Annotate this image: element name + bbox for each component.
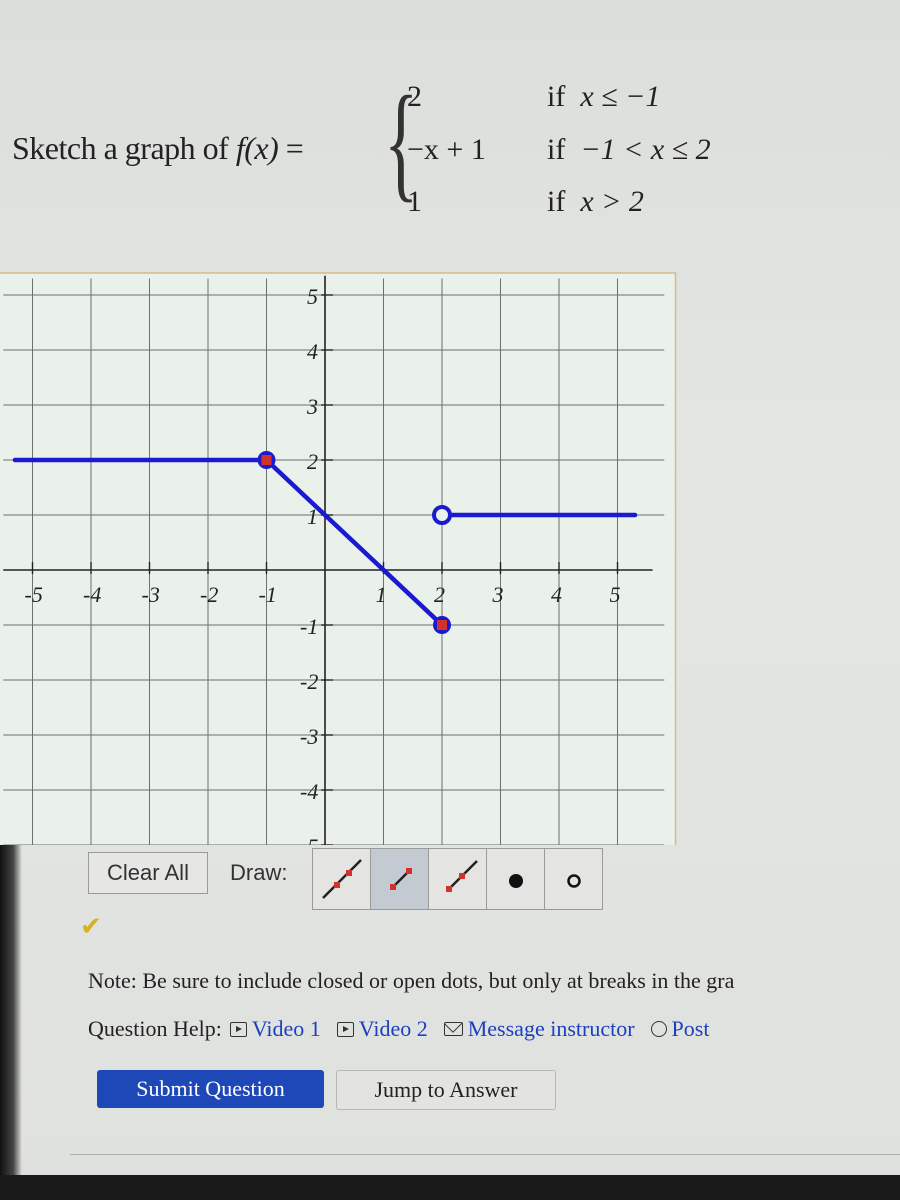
equals-sign: = (278, 130, 304, 166)
graph-panel (0, 272, 677, 863)
video-2-link[interactable]: Video 2 (336, 1016, 428, 1042)
closed-dot-handle[interactable] (261, 455, 272, 465)
message-instructor-link[interactable]: Message instructor (443, 1016, 635, 1042)
question-prompt: Sketch a graph of f(x) = { 2 if x ≤ −1 −… (12, 75, 892, 235)
jump-to-answer-button[interactable]: Jump to Answer (336, 1070, 556, 1110)
open-dot-icon (566, 874, 581, 888)
closed-dot-tool-button[interactable] (487, 849, 545, 909)
closed-dot-icon (508, 874, 523, 888)
link-label: Video 2 (358, 1016, 428, 1041)
question-help: Question Help: Video 1 Video 2 Message i… (88, 1016, 717, 1042)
case-if: if (547, 133, 566, 166)
case-inequality: −1 < x ≤ 2 (580, 133, 711, 166)
x-tick-label: 2 (434, 582, 445, 607)
y-tick-label: 4 (307, 339, 318, 364)
video-icon (336, 1021, 354, 1037)
question-text: Sketch a graph of f(x) = (12, 130, 304, 167)
draw-tool-group (312, 848, 603, 910)
question-help-label: Question Help: (88, 1016, 222, 1041)
y-tick-label: -2 (300, 669, 318, 694)
case-expression: −x + 1 (407, 133, 486, 166)
case-if: if (547, 185, 566, 218)
closed-dot-handle[interactable] (437, 620, 447, 630)
note-text: Note: Be sure to include closed or open … (88, 968, 735, 993)
case-if: if (547, 80, 566, 113)
post-icon (650, 1021, 667, 1037)
case-expression: 1 (407, 185, 422, 218)
y-tick-label: -5 (300, 834, 318, 845)
y-tick-label: 3 (306, 394, 318, 419)
check-icon: ✔ (80, 912, 102, 942)
post-link[interactable]: Post (650, 1016, 710, 1042)
graph-area: -5-4-3-2-11234554321-1-2-3-4-5 (0, 255, 900, 863)
line-tool-button[interactable] (313, 849, 371, 909)
action-buttons: Submit Question Jump to Answer (97, 1070, 556, 1110)
case-condition: if −1 < x ≤ 2 (547, 133, 711, 167)
submit-question-button[interactable]: Submit Question (97, 1070, 324, 1108)
open-dot-tool-button[interactable] (545, 849, 602, 909)
mail-icon (443, 1022, 463, 1036)
ray-tool-icon (445, 860, 478, 892)
x-tick-label: -1 (259, 582, 277, 607)
x-tick-label: -2 (200, 582, 218, 607)
draw-label: Draw: (230, 860, 288, 885)
x-tick-label: 1 (376, 582, 387, 607)
y-tick-label: -4 (300, 779, 318, 804)
x-tick-label: 3 (492, 582, 504, 607)
x-tick-label: 4 (551, 582, 562, 607)
y-tick-label: -3 (300, 724, 318, 749)
y-tick-label: -1 (300, 614, 318, 639)
case-inequality: x > 2 (580, 185, 644, 218)
case-inequality: x ≤ −1 (580, 80, 661, 113)
x-tick-label: 5 (610, 582, 621, 607)
link-label: Video 1 (251, 1016, 321, 1041)
video-icon (229, 1021, 247, 1037)
segment-tool-button[interactable] (371, 849, 429, 909)
clear-all-button[interactable]: Clear All (88, 852, 208, 894)
open-dot[interactable] (432, 505, 452, 525)
divider (70, 1154, 900, 1155)
graphing-canvas[interactable]: -5-4-3-2-11234554321-1-2-3-4-5 (0, 255, 900, 863)
segment-tool-icon (389, 868, 412, 890)
link-label: Message instructor (467, 1016, 635, 1041)
ray-tool-button[interactable] (429, 849, 487, 909)
function-name: f(x) (235, 130, 279, 166)
case-expression: 2 (407, 80, 422, 113)
video-1-link[interactable]: Video 1 (229, 1016, 321, 1042)
screen-bezel-bottom (0, 1175, 900, 1200)
x-tick-label: -4 (83, 582, 101, 607)
line-tool-icon (321, 859, 362, 899)
question-prefix: Sketch a graph of (12, 130, 236, 166)
y-tick-label: 2 (307, 449, 318, 474)
case-condition: if x ≤ −1 (547, 80, 660, 114)
x-tick-label: -3 (142, 582, 160, 607)
link-label: Post (671, 1016, 710, 1041)
y-tick-label: 5 (307, 284, 318, 309)
x-tick-label: -5 (25, 582, 43, 607)
case-condition: if x > 2 (547, 185, 644, 219)
